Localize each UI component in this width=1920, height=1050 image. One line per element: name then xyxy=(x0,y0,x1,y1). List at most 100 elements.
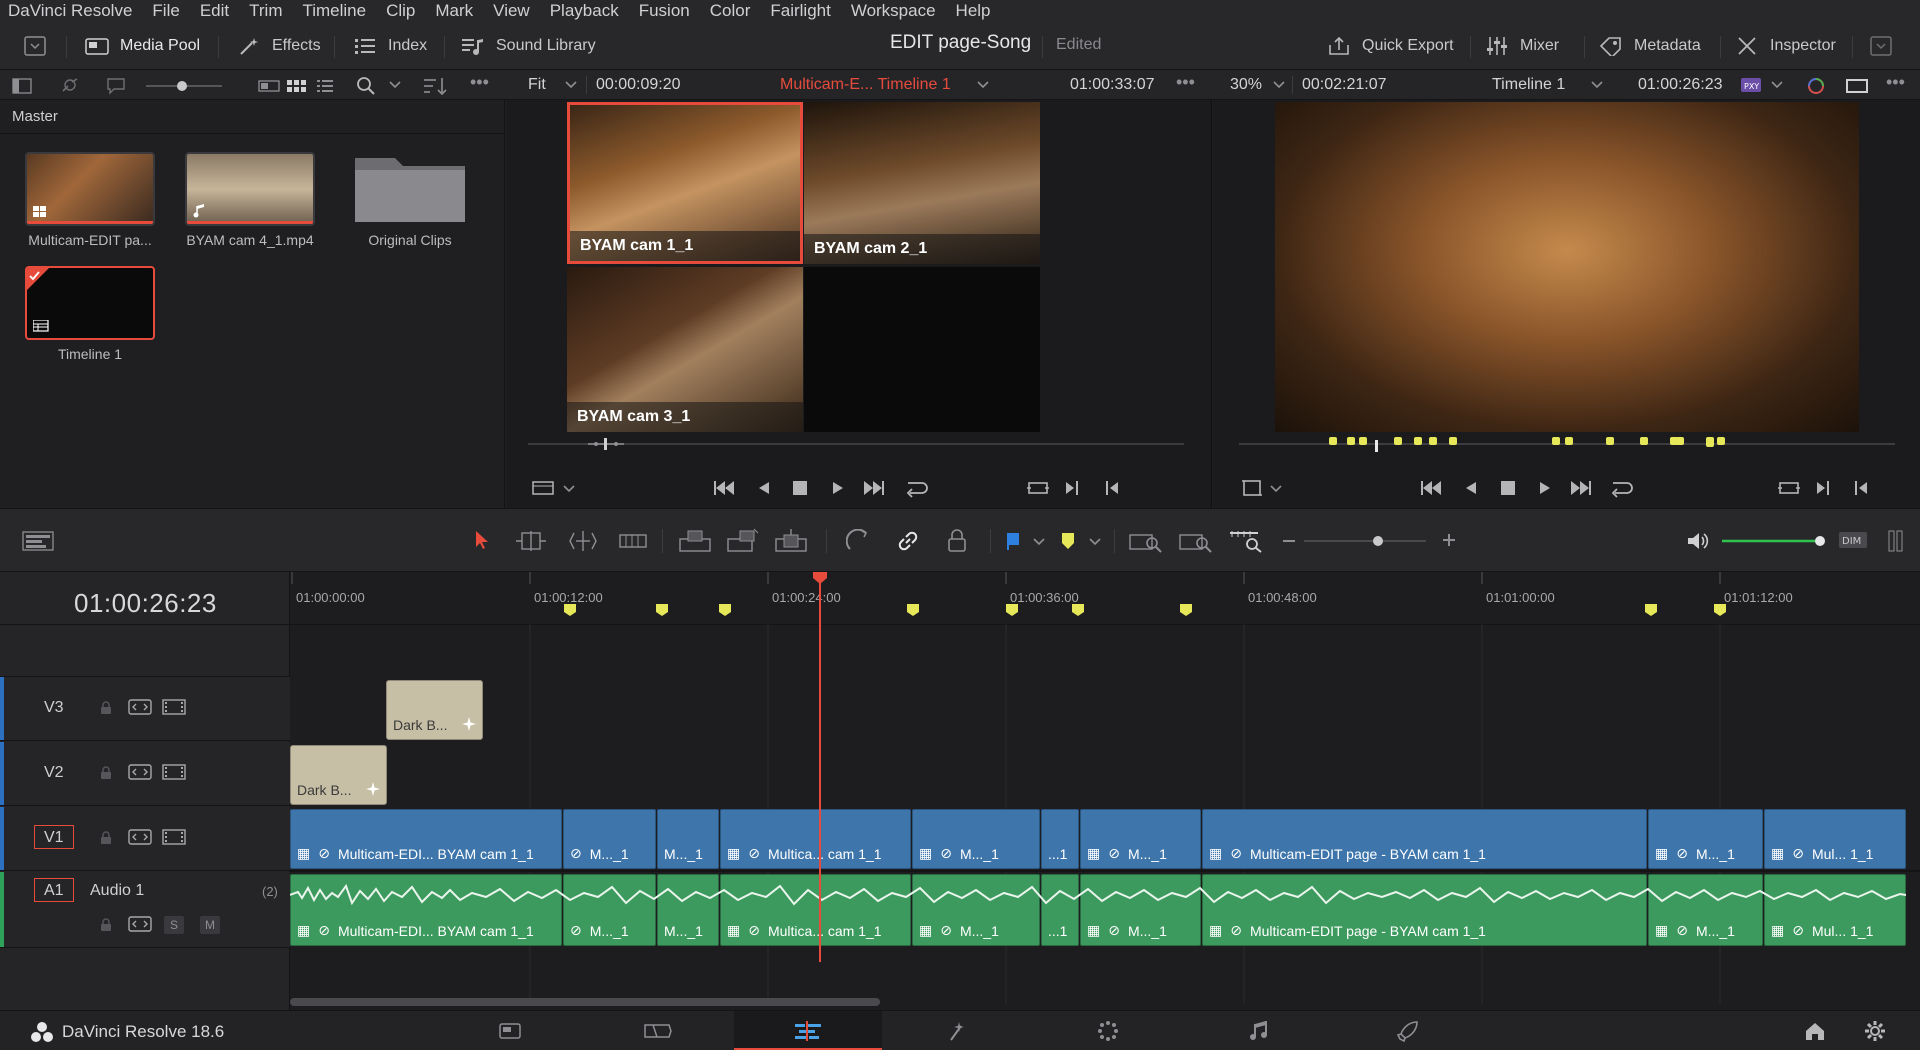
snapping-icon[interactable] xyxy=(846,529,870,553)
multicam-angle-1[interactable]: BYAM cam 1_1 xyxy=(567,102,803,264)
program-zoom[interactable]: 30% xyxy=(1230,76,1262,94)
mark-in-icon[interactable] xyxy=(1064,478,1082,498)
chevron-down-icon[interactable] xyxy=(1032,537,1046,547)
jump-to-end-icon[interactable] xyxy=(1569,478,1593,498)
match-frame-icon[interactable] xyxy=(1777,478,1801,498)
jump-to-end-icon[interactable] xyxy=(862,478,886,498)
chevron-down-icon[interactable] xyxy=(1590,80,1604,90)
sidebar-toggle-icon[interactable] xyxy=(12,78,32,94)
menu-fusion[interactable]: Fusion xyxy=(629,1,700,21)
menu-file[interactable]: File xyxy=(142,1,189,21)
multicam-angle-3[interactable]: BYAM cam 3_1 xyxy=(567,267,803,432)
proxy-icon[interactable]: PXY xyxy=(1740,76,1762,94)
video-enable-icon[interactable] xyxy=(162,829,186,845)
timeline-timecode[interactable]: 01:00:26:23 xyxy=(74,588,217,619)
settings-gear-icon[interactable] xyxy=(1864,1020,1886,1042)
timeline-view-options-icon[interactable] xyxy=(22,531,54,551)
bin-folder-original-clips[interactable]: Original Clips xyxy=(340,152,480,248)
detail-view-icon[interactable] xyxy=(316,78,334,94)
video-clip[interactable]: ▦ ⊘ M..._1 xyxy=(912,809,1040,869)
chevron-down-icon[interactable] xyxy=(1272,80,1286,90)
audio-meters-icon[interactable] xyxy=(1888,529,1904,553)
replace-clip-icon[interactable] xyxy=(774,527,808,555)
more-options-icon[interactable]: ••• xyxy=(470,72,489,93)
menu-timeline[interactable]: Timeline xyxy=(292,1,376,21)
page-fusion-button[interactable] xyxy=(884,1011,1032,1050)
blade-tool-icon[interactable] xyxy=(618,529,648,553)
sound-library-button[interactable]: Sound Library xyxy=(460,32,596,60)
menu-color[interactable]: Color xyxy=(700,1,761,21)
position-lock-icon[interactable] xyxy=(946,529,968,553)
zoom-out-icon[interactable] xyxy=(1282,539,1296,543)
quick-export-button[interactable]: Quick Export xyxy=(1326,32,1454,60)
marker-icon[interactable] xyxy=(1060,531,1076,551)
dynamic-trim-icon[interactable] xyxy=(566,529,600,553)
jump-to-start-icon[interactable] xyxy=(1419,478,1443,498)
metadata-button[interactable]: Metadata xyxy=(1598,32,1701,60)
insert-clip-icon[interactable] xyxy=(678,527,712,555)
list-view-icon[interactable] xyxy=(258,78,280,94)
detail-zoom-icon[interactable] xyxy=(1178,529,1214,553)
multicam-angle-2[interactable]: BYAM cam 2_1 xyxy=(804,102,1040,264)
play-icon[interactable] xyxy=(1537,478,1553,498)
search-icon[interactable] xyxy=(356,76,376,96)
mixer-button[interactable]: Mixer xyxy=(1484,32,1559,60)
viewer-mode-icon[interactable] xyxy=(1846,78,1868,94)
media-pool-button[interactable]: Media Pool xyxy=(84,32,200,60)
auto-select-icon[interactable] xyxy=(128,699,152,715)
chevron-down-icon[interactable] xyxy=(564,80,578,90)
chevron-down-icon[interactable] xyxy=(1269,484,1283,494)
timeline-zoom-slider[interactable] xyxy=(1300,533,1430,549)
menu-clip[interactable]: Clip xyxy=(376,1,425,21)
program-timeline-name[interactable]: Timeline 1 xyxy=(1492,76,1565,94)
home-icon[interactable] xyxy=(1804,1021,1826,1041)
video-clip[interactable]: ▦ ⊘ Mul... 1_1 xyxy=(1764,809,1906,869)
zoom-in-icon[interactable] xyxy=(1442,533,1456,547)
chevron-down-icon[interactable] xyxy=(388,80,402,90)
generator-clip-v2[interactable]: Dark B... xyxy=(290,745,387,805)
lock-icon[interactable] xyxy=(100,766,112,780)
speaker-icon[interactable] xyxy=(1686,531,1710,551)
linked-selection-icon[interactable] xyxy=(896,529,920,553)
chevron-down-icon[interactable] xyxy=(1770,80,1784,90)
effects-button[interactable]: Effects xyxy=(236,32,321,60)
color-scope-icon[interactable] xyxy=(1806,76,1826,96)
timeline-scrollbar[interactable] xyxy=(290,998,880,1006)
menu-trim[interactable]: Trim xyxy=(239,1,292,21)
source-zoom[interactable]: Fit xyxy=(528,76,546,94)
right-panel-toggle-button[interactable] xyxy=(1868,32,1894,60)
grid-view-icon[interactable] xyxy=(286,78,306,94)
source-clip-title[interactable]: Multicam-E... Timeline 1 xyxy=(780,76,951,94)
full-extent-zoom-icon[interactable] xyxy=(1128,529,1164,553)
menu-view[interactable]: View xyxy=(483,1,540,21)
video-enable-icon[interactable] xyxy=(162,764,186,780)
media-clip-timeline[interactable]: Timeline 1 xyxy=(20,266,160,362)
mute-button[interactable]: M xyxy=(200,916,220,934)
flag-icon[interactable] xyxy=(1006,531,1022,551)
mark-in-icon[interactable] xyxy=(1815,478,1833,498)
video-clip[interactable]: ▦ ⊘ M..._1 xyxy=(1648,809,1763,869)
lock-icon[interactable] xyxy=(100,701,112,715)
video-clip[interactable]: ▦ ⊘ M..._1 xyxy=(1080,809,1201,869)
video-clip[interactable]: ...1 xyxy=(1041,809,1079,869)
bin-name[interactable]: Master xyxy=(12,108,58,125)
source-scrub-bar[interactable] xyxy=(528,443,1184,445)
volume-slider[interactable] xyxy=(1718,533,1826,549)
page-color-button[interactable] xyxy=(1034,1011,1182,1050)
video-clip[interactable]: M..._1 xyxy=(657,809,719,869)
crop-icon[interactable] xyxy=(1241,478,1263,498)
auto-select-icon[interactable] xyxy=(128,764,152,780)
index-button[interactable]: Index xyxy=(352,32,427,60)
play-icon[interactable] xyxy=(830,478,846,498)
chevron-down-icon[interactable] xyxy=(1088,537,1102,547)
loop-icon[interactable] xyxy=(902,478,928,498)
track-label-v1[interactable]: V1 xyxy=(44,829,64,847)
page-media-button[interactable] xyxy=(436,1011,584,1050)
track-label-v3[interactable]: V3 xyxy=(44,699,64,717)
timeline-markers[interactable] xyxy=(290,602,1920,618)
menu-playback[interactable]: Playback xyxy=(540,1,629,21)
more-options-icon[interactable]: ••• xyxy=(1886,72,1905,93)
menu-workspace[interactable]: Workspace xyxy=(841,1,946,21)
menu-app[interactable]: DaVinci Resolve xyxy=(8,1,142,21)
page-edit-button[interactable] xyxy=(734,1011,882,1050)
